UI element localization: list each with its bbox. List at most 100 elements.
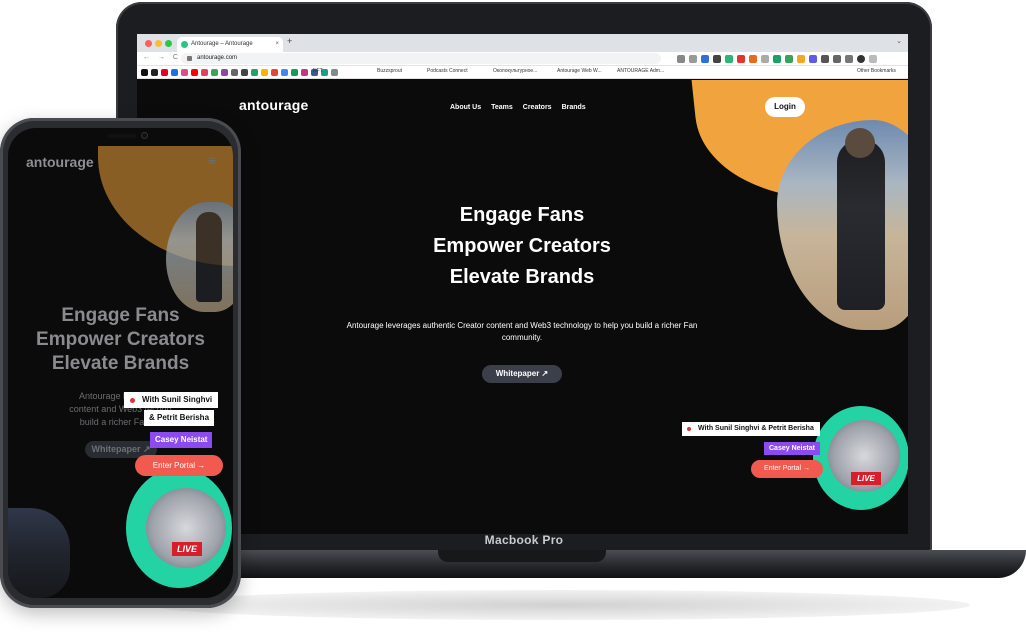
bookmark-nft[interactable]: NFT [313, 68, 323, 74]
share-icon[interactable] [677, 55, 685, 63]
enter-portal-button[interactable]: Enter Portal → [135, 455, 223, 476]
extension-circle-icon[interactable] [761, 55, 769, 63]
whitepaper-button[interactable]: Whitepaper ↗ [482, 365, 562, 383]
phone-screen: antourage ≡ Engage Fans Empower Creators… [8, 128, 233, 598]
sidebar-icon[interactable] [845, 55, 853, 63]
nav-creators[interactable]: Creators [523, 104, 552, 111]
extension-v-icon[interactable] [701, 55, 709, 63]
maximize-window-button[interactable] [165, 40, 172, 47]
star-icon[interactable] [689, 55, 697, 63]
live-dot-icon [687, 427, 691, 431]
hero-subtitle: Antourage leverages authentic Creator co… [346, 321, 698, 342]
browser-nav-buttons[interactable]: ← → C [143, 54, 181, 61]
address-url-text: antourage.com [197, 55, 238, 61]
instagram-icon[interactable] [301, 69, 308, 76]
nav-brands[interactable]: Brands [562, 104, 586, 111]
phone-speaker [108, 134, 136, 138]
hero-headline: Engage Fans Empower Creators Elevate Bra… [322, 200, 722, 293]
extension-purple-icon[interactable] [809, 55, 817, 63]
address-bar[interactable]: antourage.com [181, 53, 661, 64]
nav-teams[interactable]: Teams [491, 104, 513, 111]
bookmark-icon[interactable] [181, 69, 188, 76]
other-bookmarks-folder[interactable]: Other Bookmarks [857, 68, 896, 74]
drive-icon[interactable] [251, 69, 258, 76]
live-dot-icon [130, 398, 135, 403]
tab-title: Antourage – Antourage [191, 41, 253, 47]
gmail-icon[interactable] [271, 69, 278, 76]
hero-line-1: Engage Fans [61, 305, 180, 326]
photographer-head [845, 128, 875, 158]
live-stream-thumbnail[interactable] [146, 488, 226, 568]
live-hosts-tag: With Sunil Singhvi & Petrit Berisha [682, 422, 820, 436]
new-tab-button[interactable]: + [287, 36, 292, 46]
more-menu-icon[interactable] [869, 55, 877, 63]
minimize-window-button[interactable] [155, 40, 162, 47]
hero-headline: Engage Fans Empower Creators Elevate Bra… [12, 304, 229, 376]
bookmark-antourage-web[interactable]: Antourage Web W... [557, 68, 602, 74]
browser-tab-bar: Antourage – Antourage × + ⌄ [137, 34, 908, 52]
extension-icons [677, 55, 877, 63]
extension-metamask-icon[interactable] [797, 55, 805, 63]
antourage-logo[interactable]: antourage [26, 154, 94, 170]
bookmark-icon[interactable] [281, 69, 288, 76]
laptop-notch [438, 550, 606, 562]
antourage-website-desktop: antourage About Us Teams Creators Brands… [137, 80, 908, 534]
bookmarks-bar: NFT Buzzsprout Podcasts Connect Околокул… [137, 66, 908, 79]
tab-close-icon[interactable]: × [275, 37, 279, 52]
pinterest-icon[interactable] [161, 69, 168, 76]
bookmark-icon[interactable] [211, 69, 218, 76]
creator-tag: Casey Neistat [150, 432, 213, 448]
bookmark-icon[interactable] [151, 69, 158, 76]
extension-opera-icon[interactable] [737, 55, 745, 63]
bookmark-icon[interactable] [171, 69, 178, 76]
extension-evernote-icon[interactable] [773, 55, 781, 63]
browser-address-row: ← → C antourage.com [137, 52, 908, 66]
live-hosts-tag: With Sunil Singhvi [124, 392, 219, 408]
bookmark-antourage-admin[interactable]: ANTOURAGE Adm... [617, 68, 664, 74]
antourage-favicon-icon [181, 41, 188, 48]
puzzle-icon[interactable] [821, 55, 829, 63]
extension-green-icon[interactable] [785, 55, 793, 63]
extension-function-icon[interactable] [713, 55, 721, 63]
phone-device: antourage ≡ Engage Fans Empower Creators… [0, 118, 241, 608]
laptop-screen: Antourage – Antourage × + ⌄ ← → C antour… [137, 34, 908, 534]
hero-line-1: Engage Fans [459, 204, 585, 226]
bookmark-icon[interactable] [201, 69, 208, 76]
folder-icon[interactable] [331, 69, 338, 76]
bookmark-icon[interactable] [141, 69, 148, 76]
close-window-button[interactable] [145, 40, 152, 47]
device-mockup-stage: Macbook Pro Antourage – Antourage × + ⌄ … [0, 0, 1026, 635]
live-badge: LIVE [172, 542, 202, 556]
bookmark-favicons [141, 69, 338, 76]
phone-camera-icon [141, 132, 148, 139]
tab-search-chevron-icon[interactable]: ⌄ [896, 37, 902, 45]
enter-portal-button[interactable]: Enter Portal → [751, 460, 823, 478]
bookmark-icon[interactable] [261, 69, 268, 76]
profile-avatar-icon[interactable] [857, 55, 865, 63]
extension-o-icon[interactable] [749, 55, 757, 63]
hero-line-3: Elevate Brands [51, 353, 190, 374]
hero-line-2: Empower Creators [433, 235, 611, 257]
live-badge: LIVE [851, 472, 881, 485]
reading-list-icon[interactable] [833, 55, 841, 63]
bookmark-buzzsprout[interactable]: Buzzsprout [377, 68, 402, 74]
bookmark-icon[interactable] [241, 69, 248, 76]
youtube-icon[interactable] [191, 69, 198, 76]
lock-icon [187, 56, 192, 61]
extension-grammarly-icon[interactable] [725, 55, 733, 63]
bookmark-icon[interactable] [291, 69, 298, 76]
browser-tab-antourage[interactable]: Antourage – Antourage × [177, 37, 283, 52]
login-button[interactable]: Login [765, 97, 805, 117]
bookmark-icon[interactable] [231, 69, 238, 76]
photographer-figure [837, 140, 885, 310]
hamburger-menu-icon[interactable]: ≡ [208, 152, 216, 168]
antourage-logo[interactable]: antourage [239, 97, 308, 113]
hero-line-3: Elevate Brands [449, 266, 595, 288]
photographer-hero-photo [777, 120, 908, 330]
nav-about-us[interactable]: About Us [450, 104, 481, 111]
bookmark-icon[interactable] [221, 69, 228, 76]
main-nav: About Us Teams Creators Brands [450, 104, 586, 111]
bookmark-okolokulturnoe[interactable]: Околокультурное... [493, 68, 537, 74]
crowd-photo [8, 508, 70, 598]
bookmark-podcasts-connect[interactable]: Podcasts Connect [427, 68, 468, 74]
